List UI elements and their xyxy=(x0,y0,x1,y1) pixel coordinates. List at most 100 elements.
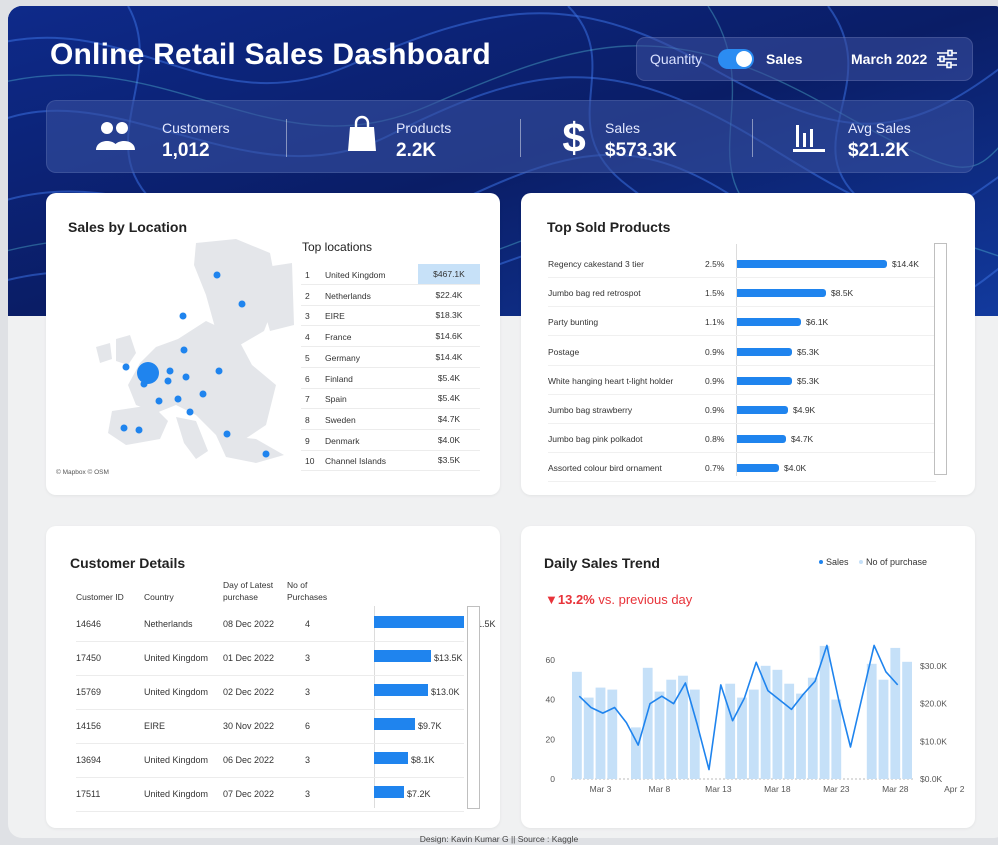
bar-chart-icon xyxy=(793,125,825,152)
location-row[interactable]: 3 EIRE $18.3K xyxy=(301,305,480,327)
product-percent: 0.9% xyxy=(705,375,725,386)
product-bar[interactable] xyxy=(737,260,887,268)
left-axis-tick: 60 xyxy=(546,655,556,665)
product-row[interactable]: Jumbo bag red retrospot 1.5% $8.5K xyxy=(548,278,936,308)
product-row[interactable]: Party bunting 1.1% $6.1K xyxy=(548,307,936,337)
location-country: EIRE xyxy=(325,311,345,322)
map-credit: © Mapbox © OSM xyxy=(56,469,109,476)
product-row[interactable]: Assorted colour bird ornament 0.7% $4.0K xyxy=(548,453,936,483)
toggle-quantity-label[interactable]: Quantity xyxy=(650,51,702,67)
metric-toggle[interactable] xyxy=(718,49,754,69)
product-bar[interactable] xyxy=(737,289,826,298)
legend-sales[interactable]: Sales xyxy=(819,557,849,567)
customer-id: 15769 xyxy=(76,687,102,697)
legend-purchase[interactable]: No of purchase xyxy=(859,557,927,567)
customer-purchases: 3 xyxy=(305,755,311,765)
customer-row[interactable]: 15769 United Kingdom 02 Dec 2022 3 $13.0K xyxy=(76,676,464,710)
product-row[interactable]: White hanging heart t-light holder 0.9% $5… xyxy=(548,366,936,395)
customer-row[interactable]: 14156 EIRE 30 Nov 2022 6 $9.7K xyxy=(76,710,464,744)
month-selector[interactable]: March 2022 xyxy=(851,51,927,67)
purchase-bar[interactable] xyxy=(890,647,901,779)
location-row[interactable]: 10 Channel Islands $3.5K xyxy=(301,450,480,472)
kpi-value: 2.2K xyxy=(396,140,437,161)
purchase-bar[interactable] xyxy=(866,663,877,779)
customer-country: Netherlands xyxy=(144,619,193,629)
customer-bar[interactable] xyxy=(374,650,431,662)
legend-label: No of purchase xyxy=(866,557,928,567)
x-axis-tick: Mar 13 xyxy=(705,784,732,794)
customer-row[interactable]: 17511 United Kingdom 07 Dec 2022 3 $7.2K xyxy=(76,778,464,812)
purchase-bar[interactable] xyxy=(760,665,771,779)
customer-value: $8.1K xyxy=(411,755,435,765)
purchase-bar[interactable] xyxy=(819,645,830,779)
customer-bar[interactable] xyxy=(374,616,464,628)
product-bar[interactable] xyxy=(737,347,792,356)
purchase-bar[interactable] xyxy=(678,675,688,779)
product-row[interactable]: Postage 0.9% $5.3K xyxy=(548,337,936,366)
filter-sliders-icon[interactable] xyxy=(935,47,959,71)
customer-row[interactable]: 13694 United Kingdom 06 Dec 2022 3 $8.1K xyxy=(76,744,464,778)
location-row[interactable]: 6 Finland $5.4K xyxy=(301,368,480,389)
customer-row[interactable]: 17450 United Kingdom 01 Dec 2022 3 $13.5K xyxy=(76,642,464,676)
location-row[interactable]: 7 Spain $5.4K xyxy=(301,388,480,410)
customer-value: $9.7K xyxy=(418,721,442,731)
purchase-bar[interactable] xyxy=(878,679,889,779)
product-bar[interactable] xyxy=(737,435,786,444)
product-bar[interactable] xyxy=(737,318,801,327)
product-row[interactable]: Jumbo bag pink polkadot 0.8% $4.7K xyxy=(548,424,936,454)
location-row[interactable]: 9 Denmark $4.0K xyxy=(301,430,480,451)
customer-purchases: 4 xyxy=(305,619,311,629)
footer-credit: Design: Kavin Kumar G || Source : Kaggle xyxy=(419,834,579,844)
daily-sales-chart[interactable]: 0 20 40 60 $0.0K $10.0K $20.0K $30.0K Mar 3 Mar 8… xyxy=(521,621,975,801)
customer-id: 14156 xyxy=(76,721,102,731)
product-name: White hanging heart t-light holder xyxy=(548,375,674,386)
purchase-bar[interactable] xyxy=(831,699,842,779)
purchase-bar[interactable] xyxy=(725,683,736,779)
purchase-bar[interactable] xyxy=(666,679,677,779)
purchase-bar[interactable] xyxy=(583,697,594,779)
europe-map[interactable] xyxy=(56,235,296,467)
product-bar[interactable] xyxy=(737,376,792,385)
location-row[interactable]: 1 United Kingdom $467.1K xyxy=(301,264,480,285)
product-bar[interactable] xyxy=(737,406,788,414)
product-row[interactable]: Jumbo bag strawberry 0.9% $4.9K xyxy=(548,395,936,424)
product-value: $4.0K xyxy=(784,463,807,474)
location-row[interactable]: 8 Sweden $4.7K xyxy=(301,409,480,430)
left-axis-tick: 40 xyxy=(546,695,556,705)
purchase-bar[interactable] xyxy=(784,683,795,779)
location-value: $4.7K xyxy=(437,413,461,424)
purchase-bar[interactable] xyxy=(572,671,582,780)
customer-bar[interactable] xyxy=(374,684,428,696)
location-country: Spain xyxy=(325,394,347,405)
customer-last-purchase: 30 Nov 2022 xyxy=(223,721,275,731)
product-bar[interactable] xyxy=(737,464,779,473)
toggle-sales-label[interactable]: Sales xyxy=(766,51,803,67)
customer-bar[interactable] xyxy=(374,786,404,798)
purchase-bar[interactable] xyxy=(654,691,665,779)
customer-bar[interactable] xyxy=(374,718,415,730)
location-country: United Kingdom xyxy=(325,270,386,280)
purchase-bar[interactable] xyxy=(772,669,783,779)
right-axis-tick: $0.0K xyxy=(920,774,943,784)
purchase-bar[interactable] xyxy=(807,677,818,779)
scrollbar[interactable] xyxy=(934,243,947,475)
customer-bar[interactable] xyxy=(374,752,408,764)
purchase-bar[interactable] xyxy=(748,689,759,779)
purchase-bar[interactable] xyxy=(607,689,618,779)
customer-purchases: 3 xyxy=(305,789,311,799)
location-row[interactable]: 2 Netherlands $22.4K xyxy=(301,285,480,306)
purchase-bar[interactable] xyxy=(902,661,912,779)
kpi-products: Products 2.2K xyxy=(287,101,517,174)
location-row[interactable]: 5 Germany $14.4K xyxy=(301,347,480,368)
location-row[interactable]: 4 France $14.6K xyxy=(301,326,480,348)
scrollbar[interactable] xyxy=(467,606,480,809)
purchase-bar[interactable] xyxy=(595,687,606,779)
purchase-bar[interactable] xyxy=(796,693,806,779)
sales-by-location-card: Sales by Location © Mapbox © OSM Top loc… xyxy=(46,193,500,495)
customer-value: $13.0K xyxy=(431,687,460,697)
customer-id: 17511 xyxy=(76,789,101,799)
customer-row[interactable]: 14646 Netherlands 08 Dec 2022 4 $21.5K xyxy=(76,608,496,642)
product-row[interactable]: Regency cakestand 3 tier 2.5% $14.4K xyxy=(548,249,936,278)
x-axis-tick: Mar 18 xyxy=(764,784,791,794)
customer-purchases: 3 xyxy=(305,687,311,697)
